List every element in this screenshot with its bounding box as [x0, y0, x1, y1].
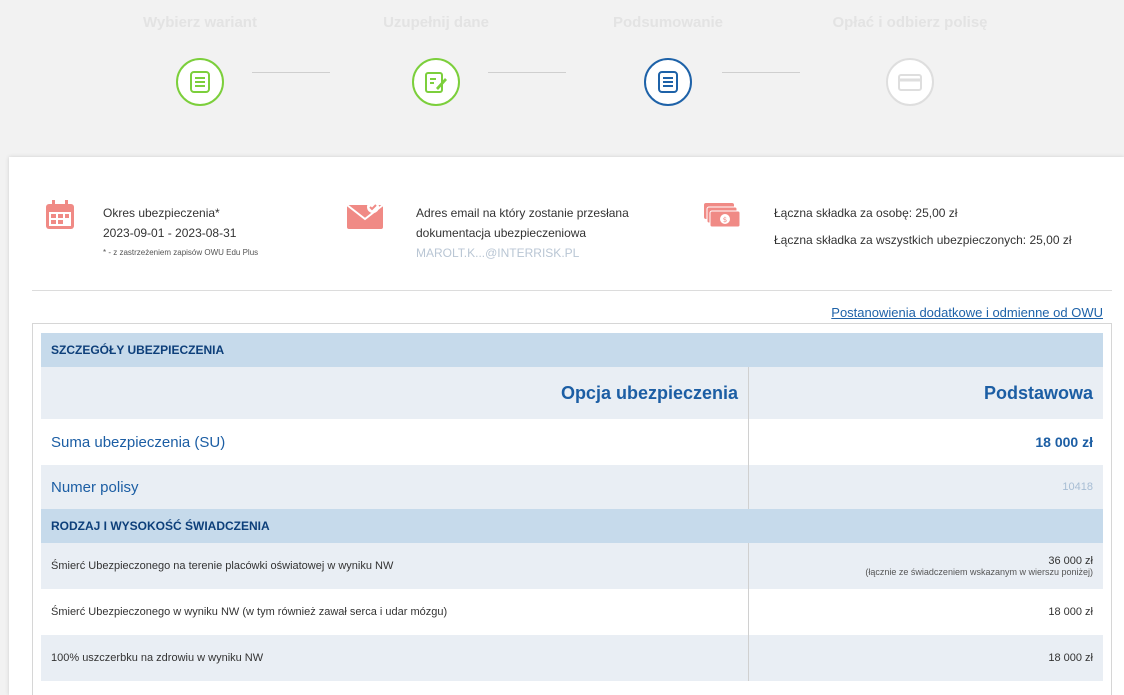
email-label-line1: Adres email na który zostanie przesłana — [416, 206, 629, 220]
policy-number-value: 10418 — [1062, 481, 1093, 493]
benefit-label: Śmierć Ubezpieczonego na terenie placówk… — [41, 543, 749, 589]
step-fill-data: Uzupełnij dane — [336, 14, 536, 106]
insurance-details-table: SZCZEGÓŁY UBEZPIECZENIA Opcja ubezpiecze… — [32, 323, 1112, 695]
benefit-value: 36 000 zł — [1048, 555, 1093, 567]
step-label: Opłać i odbierz polisę — [832, 14, 988, 31]
checklist-icon — [176, 58, 224, 106]
benefit-note: (łącznie ze świadczeniem wskazanym w wie… — [865, 567, 1093, 577]
payment-card-icon — [886, 58, 934, 106]
policy-info-row: Okres ubezpieczenia* 2023-09-01 - 2023-0… — [9, 157, 1124, 291]
progress-stepper: Wybierz wariant Uzupełnij dane Podsumowa… — [0, 0, 1124, 120]
step-label: Uzupełnij dane — [383, 14, 489, 31]
step-summary: Podsumowanie — [568, 14, 768, 106]
step-label: Wybierz wariant — [143, 14, 257, 31]
table-row-sum-insured: Suma ubezpieczenia (SU) 18 000 zł — [41, 419, 1103, 465]
table-row: Śmierć Ubezpieczonego w wyniku NW (w tym… — [41, 589, 1103, 635]
divider — [32, 290, 1112, 291]
summary-card: Okres ubezpieczenia* 2023-09-01 - 2023-0… — [9, 157, 1124, 695]
step-connector — [488, 72, 566, 73]
money-icon: $ — [701, 199, 741, 231]
benefit-label: Śmierć Ubezpieczonego w wyniku NW (w tym… — [41, 589, 749, 635]
svg-text:$: $ — [723, 216, 727, 224]
benefit-label: 100% uszczerbku na zdrowiu w wyniku NW — [41, 635, 749, 681]
section-header-benefits: RODZAJ I WYSOKOŚĆ ŚWIADCZENIA — [41, 509, 1103, 543]
owu-provisions-link[interactable]: Postanowienia dodatkowe i odmienne od OW… — [831, 305, 1103, 320]
period-label: Okres ubezpieczenia* — [103, 206, 220, 220]
step-choose-variant: Wybierz wariant — [100, 14, 300, 106]
benefit-value: 18 000 zł — [1048, 652, 1093, 664]
policy-number-label: Numer polisy — [41, 465, 749, 509]
option-label: Opcja ubezpieczenia — [41, 367, 749, 419]
email-value: MAROLT.K...@INTERRISK.PL — [416, 246, 580, 260]
section-header-details: SZCZEGÓŁY UBEZPIECZENIA — [41, 333, 1103, 367]
step-connector — [722, 72, 800, 73]
calendar-icon — [44, 199, 76, 231]
benefit-value: 18 000 zł — [1048, 606, 1093, 618]
table-row-option: Opcja ubezpieczenia Podstawowa — [41, 367, 1103, 419]
table-row: Śmierć Ubezpieczonego na terenie placówk… — [41, 543, 1103, 589]
premium-per-person: Łączna składka za osobę: 25,00 zł — [774, 206, 958, 220]
email-label-line2: dokumentacja ubezpieczeniowa — [416, 226, 587, 240]
option-value: Podstawowa — [983, 382, 1093, 403]
table-row-policy-number: Numer polisy 10418 — [41, 465, 1103, 509]
step-connector — [252, 72, 330, 73]
step-label: Podsumowanie — [612, 14, 724, 31]
envelope-icon — [346, 199, 384, 231]
premium-total: Łączna składka za wszystkich ubezpieczon… — [774, 233, 1072, 247]
summary-list-icon — [644, 58, 692, 106]
sum-insured-value: 18 000 zł — [1035, 434, 1093, 450]
step-pay: Opłać i odbierz polisę — [810, 14, 1010, 106]
period-value: 2023-09-01 - 2023-08-31 — [103, 226, 237, 240]
edit-form-icon — [412, 58, 460, 106]
sum-insured-label: Suma ubezpieczenia (SU) — [41, 419, 749, 465]
table-row: 100% uszczerbku na zdrowiu w wyniku NW 1… — [41, 635, 1103, 681]
period-note: * - z zastrzeżeniem zapisów OWU Edu Plus — [103, 248, 259, 257]
